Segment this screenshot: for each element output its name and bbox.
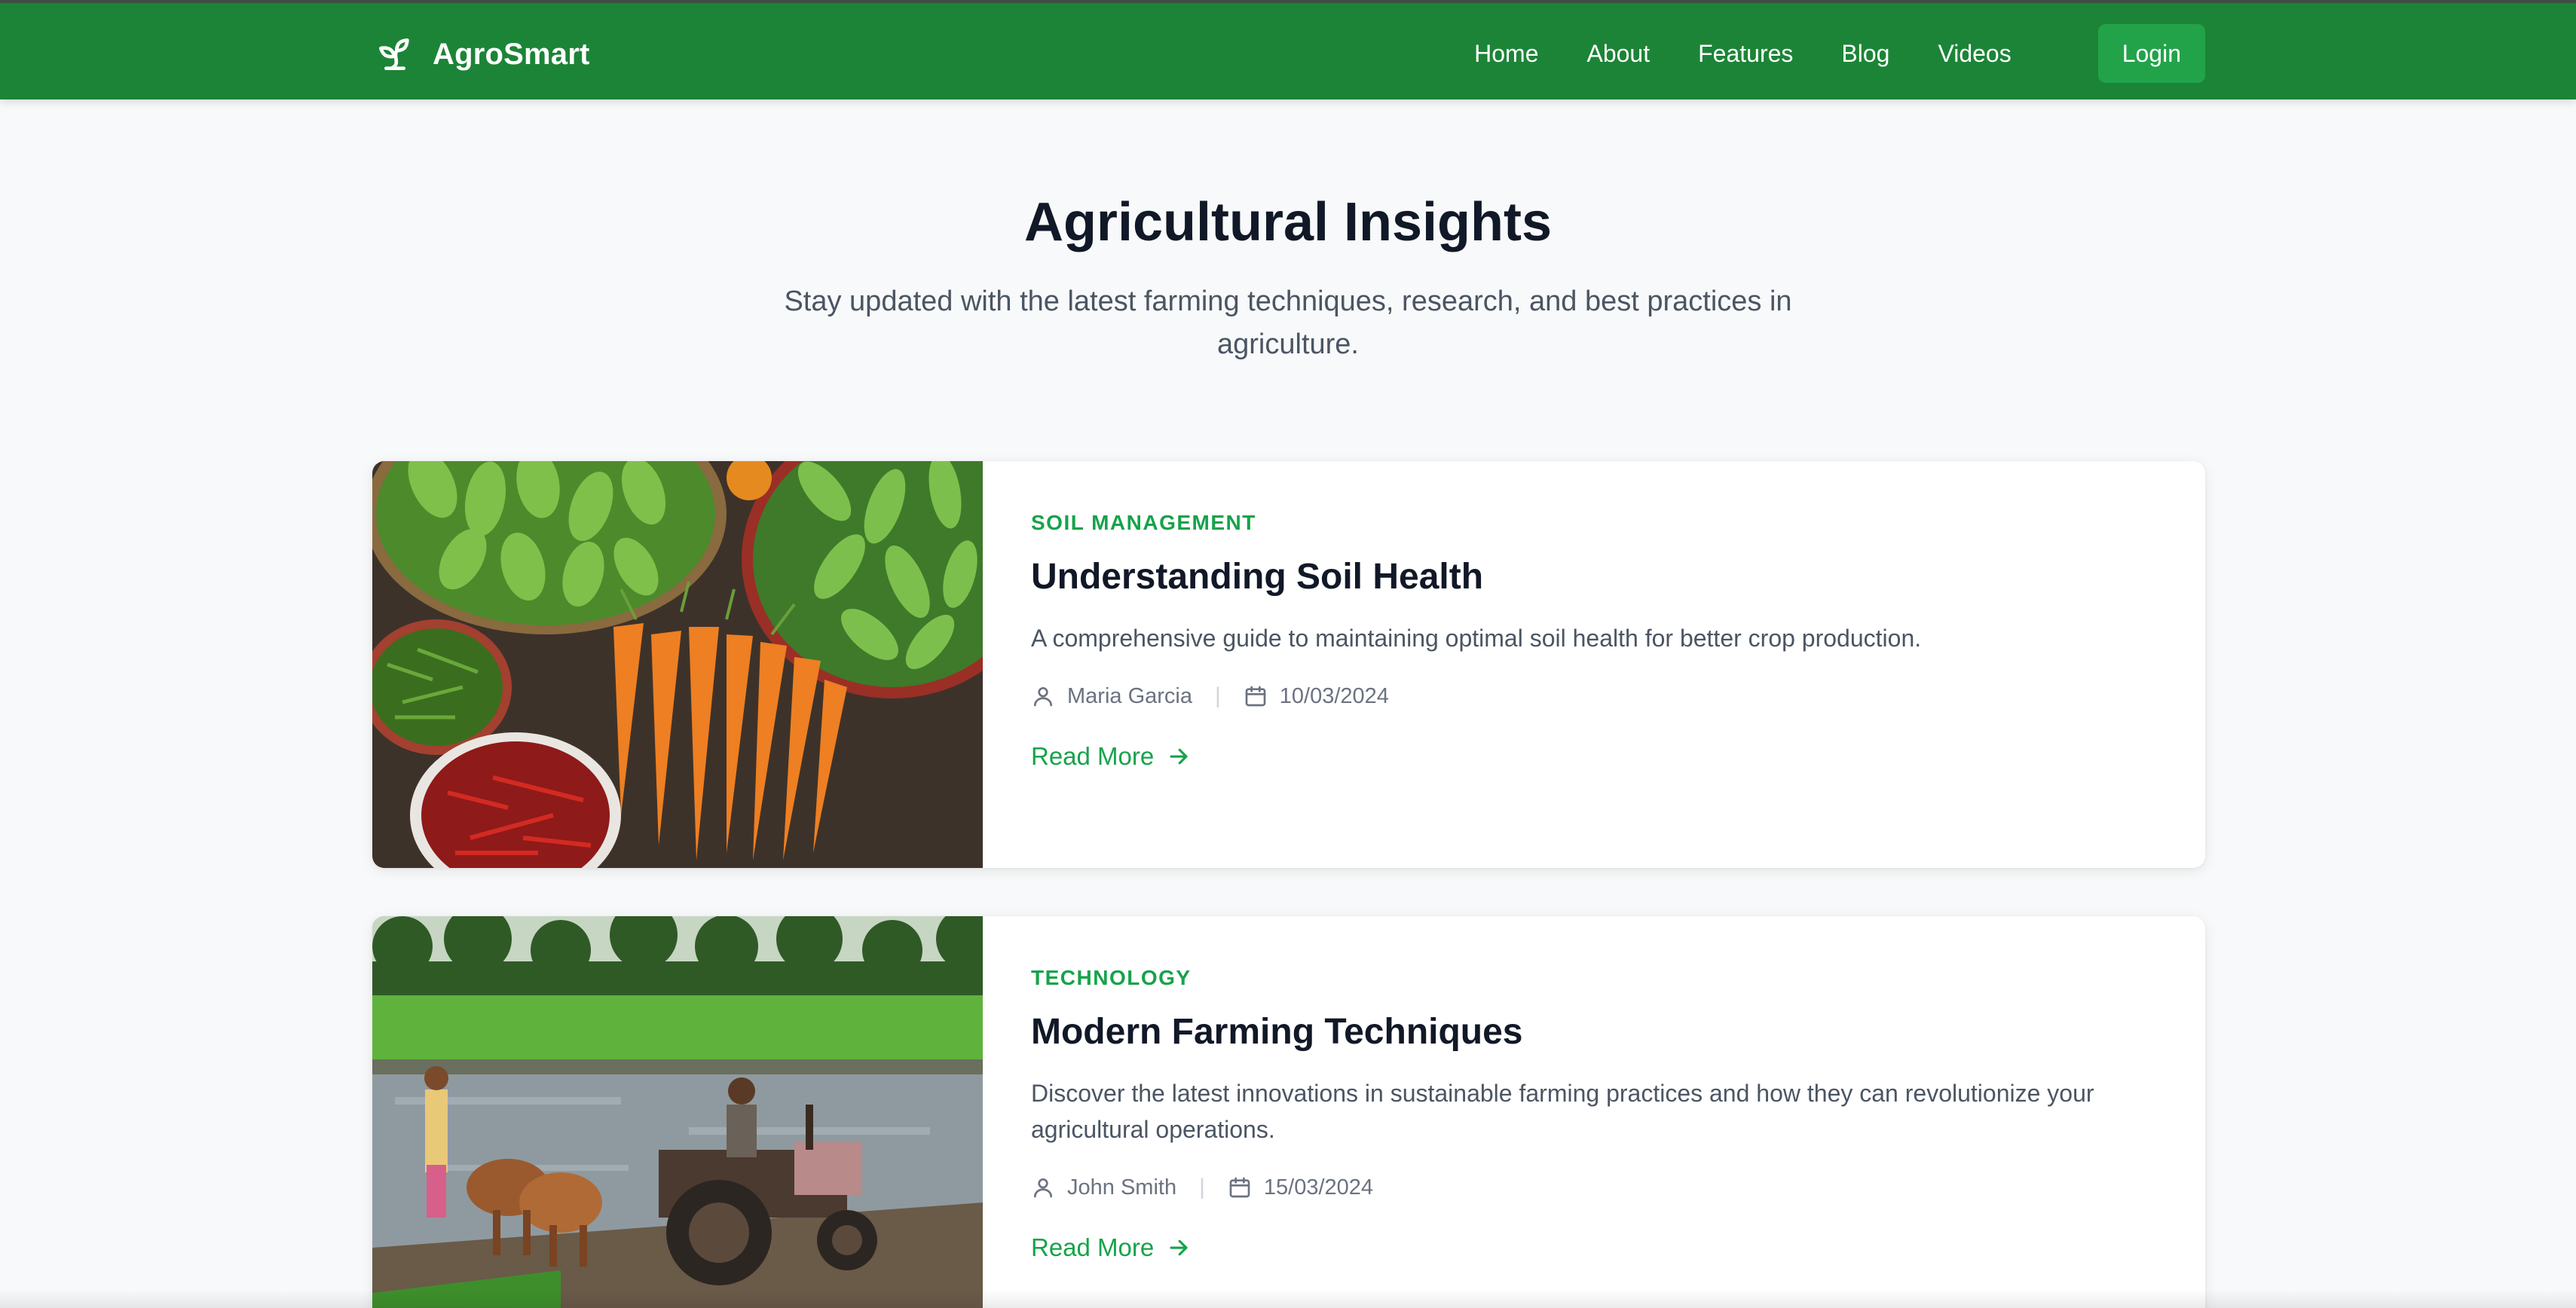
arrow-right-icon [1170, 1239, 1188, 1256]
calendar-icon [1245, 686, 1266, 707]
post-excerpt: Discover the latest innovations in susta… [1031, 1080, 2094, 1143]
post-title[interactable]: Understanding Soil Health [1031, 556, 2130, 597]
nav-link-blog[interactable]: Blog [1841, 40, 1889, 68]
navbar: AgroSmart Home About Features Blog Video… [0, 0, 2576, 99]
read-more-link[interactable]: Read More [1031, 742, 1190, 771]
user-icon [1034, 687, 1052, 707]
nav-link-features[interactable]: Features [1698, 40, 1793, 68]
brand-name: AgroSmart [433, 37, 590, 71]
meta-divider: | [1215, 683, 1221, 708]
post-meta: Maria Garcia | 10/03/2024 [1031, 683, 2130, 709]
post-title[interactable]: Modern Farming Techniques [1031, 1011, 2130, 1053]
tractor-rice-field-photo [372, 916, 983, 1308]
blog-post-card: SOIL MANAGEMENT Understanding Soil Healt… [372, 461, 2205, 868]
arrow-right-icon [1170, 748, 1188, 765]
login-button[interactable]: Login [2097, 24, 2205, 83]
page-title: Agricultural Insights [1023, 192, 1553, 252]
post-meta: John Smith | 15/03/2024 [1031, 1175, 2130, 1200]
post-category: SOIL MANAGEMENT [1031, 511, 1256, 534]
nav-link-about[interactable]: About [1586, 40, 1650, 68]
post-author: John Smith [1067, 1175, 1177, 1200]
post-author: Maria Garcia [1067, 683, 1192, 708]
blog-post-card: TECHNOLOGY Modern Farming Techniques Dis… [372, 916, 2205, 1308]
post-content: SOIL MANAGEMENT Understanding Soil Healt… [1031, 511, 2130, 771]
user-icon [1034, 1178, 1052, 1198]
post-excerpt: A comprehensive guide to maintaining opt… [1031, 625, 1922, 652]
nav-links: Home About Features Blog Videos Login [1474, 24, 2205, 83]
meta-divider: | [1199, 1175, 1205, 1200]
read-more-link[interactable]: Read More [1031, 1233, 1190, 1262]
calendar-icon [1229, 1177, 1250, 1198]
sprout-icon [379, 38, 409, 70]
vegetables-market-photo [372, 461, 983, 868]
post-date: 10/03/2024 [1279, 683, 1389, 708]
nav-link-home[interactable]: Home [1474, 40, 1538, 68]
page-subtitle: Stay updated with the latest farming tec… [784, 286, 1792, 360]
read-more-label: Read More [1031, 1233, 1155, 1261]
read-more-label: Read More [1031, 742, 1155, 770]
post-category: TECHNOLOGY [1031, 966, 1192, 989]
post-date: 15/03/2024 [1263, 1175, 1374, 1200]
post-content: TECHNOLOGY Modern Farming Techniques Dis… [1031, 966, 2130, 1262]
brand-logo-link[interactable]: AgroSmart [374, 32, 590, 77]
nav-link-videos[interactable]: Videos [1938, 40, 2011, 68]
